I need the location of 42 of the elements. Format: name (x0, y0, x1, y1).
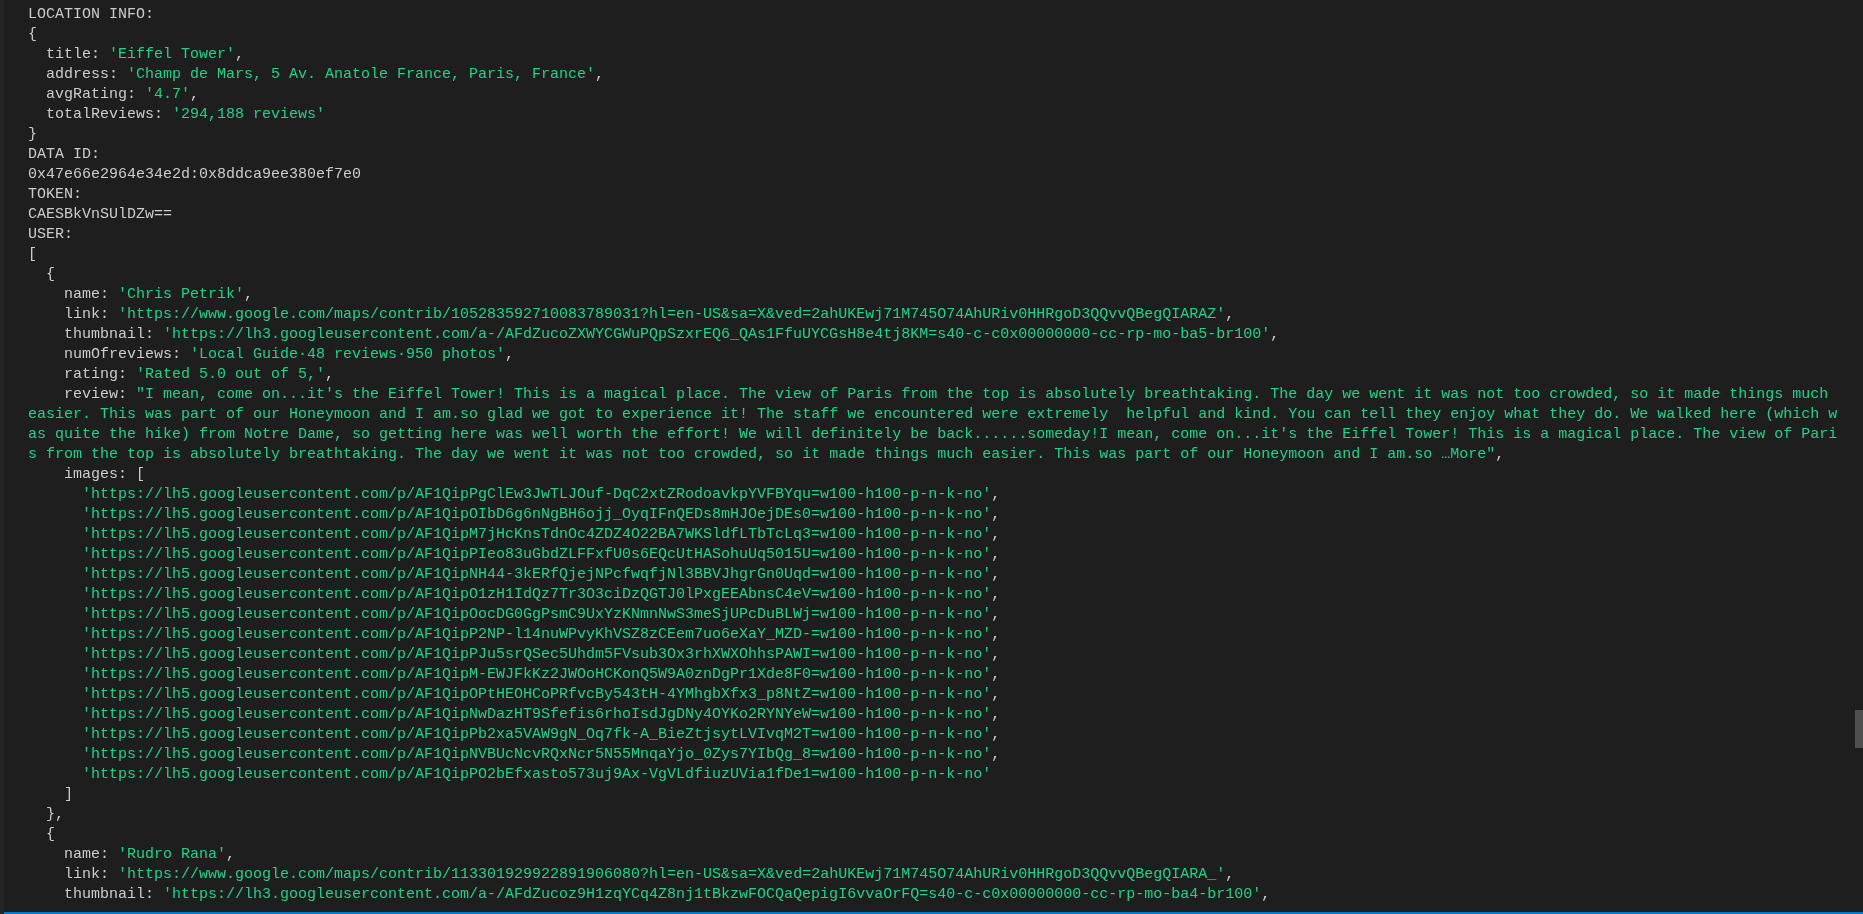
console-line: 'https://lh5.googleusercontent.com/p/AF1QipP2NP-l14nuWPvyKhVSZ8zCEem7uo6eXaY_MZD-=w100-h100-p-n-k-no', (81, 625, 1002, 645)
console-line: TOKEN: (28, 185, 83, 205)
console-line: title: 'Eiffel Tower', (45, 45, 246, 65)
console-line: 'https://lh5.googleusercontent.com/p/AF1QipM7jHcKnsTdnOc4ZDZ4O22BA7WKSldfLTbTcLq3=w100-h100-p-n-k-no', (81, 525, 1002, 545)
console-line: thumbnail: 'https://lh3.googleusercontent.com/a-/AFdZucoz9H1zqYCq4Z8nj1tBkzwFOCQaQepigI6vvaOrFQ=s40-c-c0x00000000-cc-rp-mo-ba4-br100', (63, 885, 1272, 905)
console-line: LOCATION INFO: (28, 5, 156, 25)
console-line: { (45, 265, 56, 285)
console-line: 'https://lh5.googleusercontent.com/p/AF1QipPJu5srQSec5Uhdm5FVsub3Ox3rhXWXOhhsPAWI=w100-h100-p-n-k-no', (81, 645, 1002, 665)
console-line: ] (63, 785, 74, 805)
console-line: DATA ID: (28, 145, 101, 165)
console-line: 'https://lh5.googleusercontent.com/p/AF1QipO1zH1IdQz7Tr3O3ciDzQGTJ0lPxgEEAbnsC4eV=w100-h100-p-n-k-no', (81, 585, 1002, 605)
console-line: 'https://lh5.googleusercontent.com/p/AF1QipPO2bEfxasto573uj9Ax-VgVLdfiuzUVia1fDe1=w100-h100-p-n-k-no' (81, 765, 993, 785)
console-line: 'https://lh5.googleusercontent.com/p/AF1QipOocDG0GgPsmC9UxYzKNmnNwS3meSjUPcDuBLWj=w100-h100-p-n-k-no', (81, 605, 1002, 625)
console-line: USER: (28, 225, 74, 245)
console-line: } (28, 125, 38, 145)
console-line: images: [ (63, 465, 147, 485)
console-line: address: 'Champ de Mars, 5 Av. Anatole France, Paris, France', (45, 65, 606, 85)
console-line: 'https://lh5.googleusercontent.com/p/AF1QipNwDazHT9Sfefis6rhoIsdJgDNy4OYKo2RYNYeW=w100-h100-p-n-k-no', (81, 705, 1002, 725)
console-line: 'https://lh5.googleusercontent.com/p/AF1QipM-EWJFkKz2JWOoHCKonQ5W9A0znDgPr1Xde8F0=w100-h100-p-n-k-no', (81, 665, 1002, 685)
console-line: name: 'Rudro Rana', (63, 845, 237, 865)
console-line: numOfreviews: 'Local Guide·48 reviews·950 photos', (63, 345, 516, 365)
scrollbar-thumb[interactable] (1855, 710, 1863, 748)
console-line: 'https://lh5.googleusercontent.com/p/AF1QipNH44-3kERfQjejNPcfwqfjNl3BBVJhgrGn0Uqd=w100-h100-p-n-k-no', (81, 565, 1002, 585)
console-line: avgRating: '4.7', (45, 85, 201, 105)
console-line: [ (28, 245, 38, 265)
console-line: 'https://lh5.googleusercontent.com/p/AF1QipPb2xa5VAW9gN_Oq7fk-A_BieZtjsytLVIvqM2T=w100-h100-p-n-k-no', (81, 725, 1002, 745)
console-line: }, (45, 805, 65, 825)
console-line: 'https://lh5.googleusercontent.com/p/AF1QipNVBUcNcvRQxNcr5N55MnqaYjo_0Zys7YIbQg_8=w100-h100-p-n-k-no', (81, 745, 1002, 765)
console-line: 'https://lh5.googleusercontent.com/p/AF1QipPgClEw3JwTLJOuf-DqC2xtZRodoavkpYVFBYqu=w100-h100-p-n-k-no', (81, 485, 1002, 505)
console-line: CAESBkVnSUlDZw== (28, 205, 174, 225)
console-line: 'https://lh5.googleusercontent.com/p/AF1QipPIeo83uGbdZLFFxfU0s6EQcUtHASohuUq5015U=w100-h100-p-n-k-no', (81, 545, 1002, 565)
console-line: 'https://lh5.googleusercontent.com/p/AF1QipOPtHEOHCoPRfvcBy543tH-4YMhgbXfx3_p8NtZ=w100-h100-p-n-k-no', (81, 685, 1002, 705)
console-line: link: 'https://www.google.com/maps/contrib/113301929922891906080?hl=en-US&sa=X&ved=2ahUKEwj71M745O74AhURiv0HHRgoD3QQvvQBegQIARA_', (63, 865, 1236, 885)
console-line: name: 'Chris Petrik', (63, 285, 255, 305)
console-line: { (28, 25, 38, 45)
console-line: totalReviews: '294,188 reviews' (45, 105, 327, 125)
console-line: thumbnail: 'https://lh3.googleusercontent.com/a-/AFdZucoZXWYCGWuPQpSzxrEQ6_QAs1FfuUYCGsH8e4tj8KM=s40-c-c0x00000000-cc-rp-mo-ba5-br100', (63, 325, 1281, 345)
console-line: 'https://lh5.googleusercontent.com/p/AF1QipOIbD6g6nNgBH6ojj_OyqIFnQEDs8mHJOejDEs0=w100-h100-p-n-k-no', (81, 505, 1002, 525)
console-line: { (45, 825, 56, 845)
console-line: rating: 'Rated 5.0 out of 5,', (63, 365, 336, 385)
console-line: 0x47e66e2964e34e2d:0x8ddca9ee380ef7e0 (28, 165, 363, 185)
console-line: link: 'https://www.google.com/maps/contrib/105283592710083789031?hl=en-US&sa=X&ved=2ahUKEwj71M745O74AhURiv0HHRgoD3QQvvQBegQIARAZ', (63, 305, 1236, 325)
